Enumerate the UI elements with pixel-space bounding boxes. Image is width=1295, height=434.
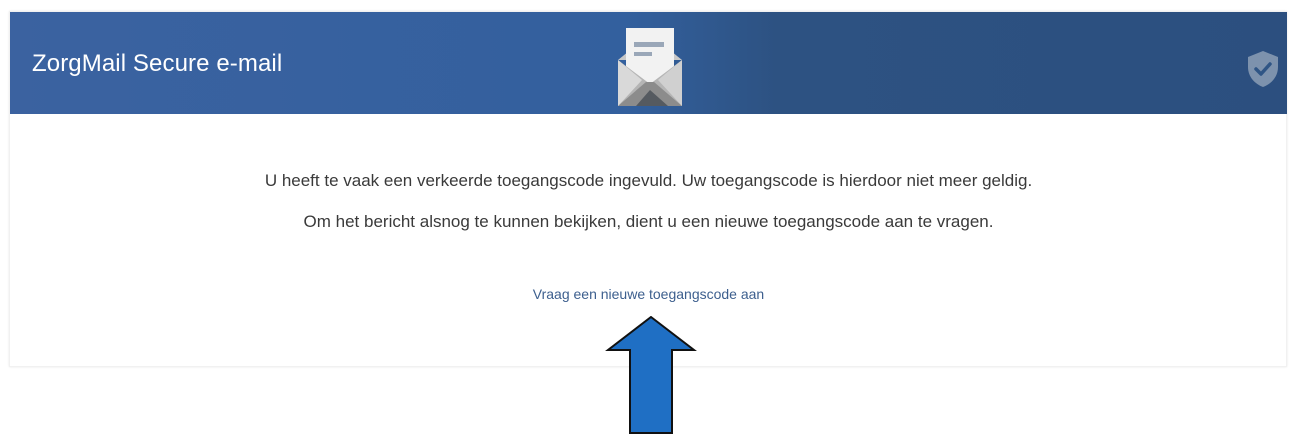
error-message-line-2: Om het bericht alsnog te kunnen bekijken… — [303, 212, 994, 231]
shield-check-icon — [1248, 51, 1278, 87]
request-new-code-container: Vraag een nieuwe toegangscode aan — [10, 286, 1287, 302]
page: ZorgMail Secure e-mail U heeft te vaak e… — [0, 0, 1295, 434]
error-message-line-1: U heeft te vaak een verkeerde toegangsco… — [264, 171, 1033, 190]
app-title: ZorgMail Secure e-mail — [32, 50, 283, 77]
arrow-up-icon — [605, 316, 697, 434]
request-new-code-link[interactable]: Vraag een nieuwe toegangscode aan — [533, 286, 764, 302]
header-bar: ZorgMail Secure e-mail — [10, 12, 1287, 114]
envelope-open-icon — [618, 28, 682, 106]
